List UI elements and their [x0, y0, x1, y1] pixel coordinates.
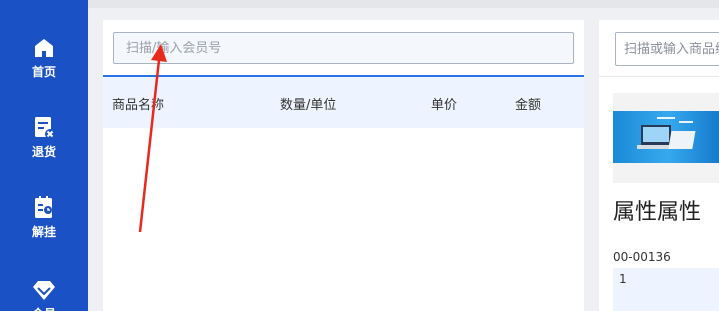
diamond-icon	[32, 278, 56, 302]
return-icon	[32, 116, 56, 140]
top-strip	[88, 0, 719, 8]
product-name[interactable]: 属性属性	[613, 194, 701, 226]
product-code: 00-00136	[613, 250, 671, 264]
sidebar-item-unhang[interactable]: 解挂	[0, 196, 88, 240]
sidebar-item-label: 会员	[32, 305, 56, 311]
sidebar-item-member[interactable]: 会员	[0, 278, 88, 311]
sidebar: 首页 退货 解挂 会员	[0, 0, 88, 311]
sidebar-item-home[interactable]: 首页	[0, 36, 88, 80]
product-banner-image	[613, 111, 719, 163]
product-quantity: 1	[613, 268, 719, 311]
product-search-input[interactable]	[615, 32, 719, 66]
product-image[interactable]	[613, 93, 719, 183]
member-search-input[interactable]	[113, 32, 574, 64]
column-product-name: 商品名称	[112, 98, 165, 113]
sidebar-item-label: 首页	[31, 65, 56, 79]
unhang-icon	[32, 196, 56, 220]
sidebar-item-label: 退货	[31, 145, 56, 159]
home-icon	[32, 36, 56, 60]
column-quantity-unit: 数量/单位	[280, 98, 337, 113]
column-unit-price: 单价	[431, 98, 458, 113]
product-panel: 属性属性 00-00136 1	[599, 20, 719, 311]
sidebar-item-label: 解挂	[31, 225, 56, 239]
divider	[599, 76, 719, 77]
sidebar-item-return[interactable]: 退货	[0, 116, 88, 160]
cart-panel: 商品名称 数量/单位 单价 金额	[103, 20, 584, 311]
cart-table-header: 商品名称 数量/单位 单价 金额	[103, 75, 584, 128]
column-amount: 金额	[515, 98, 542, 113]
